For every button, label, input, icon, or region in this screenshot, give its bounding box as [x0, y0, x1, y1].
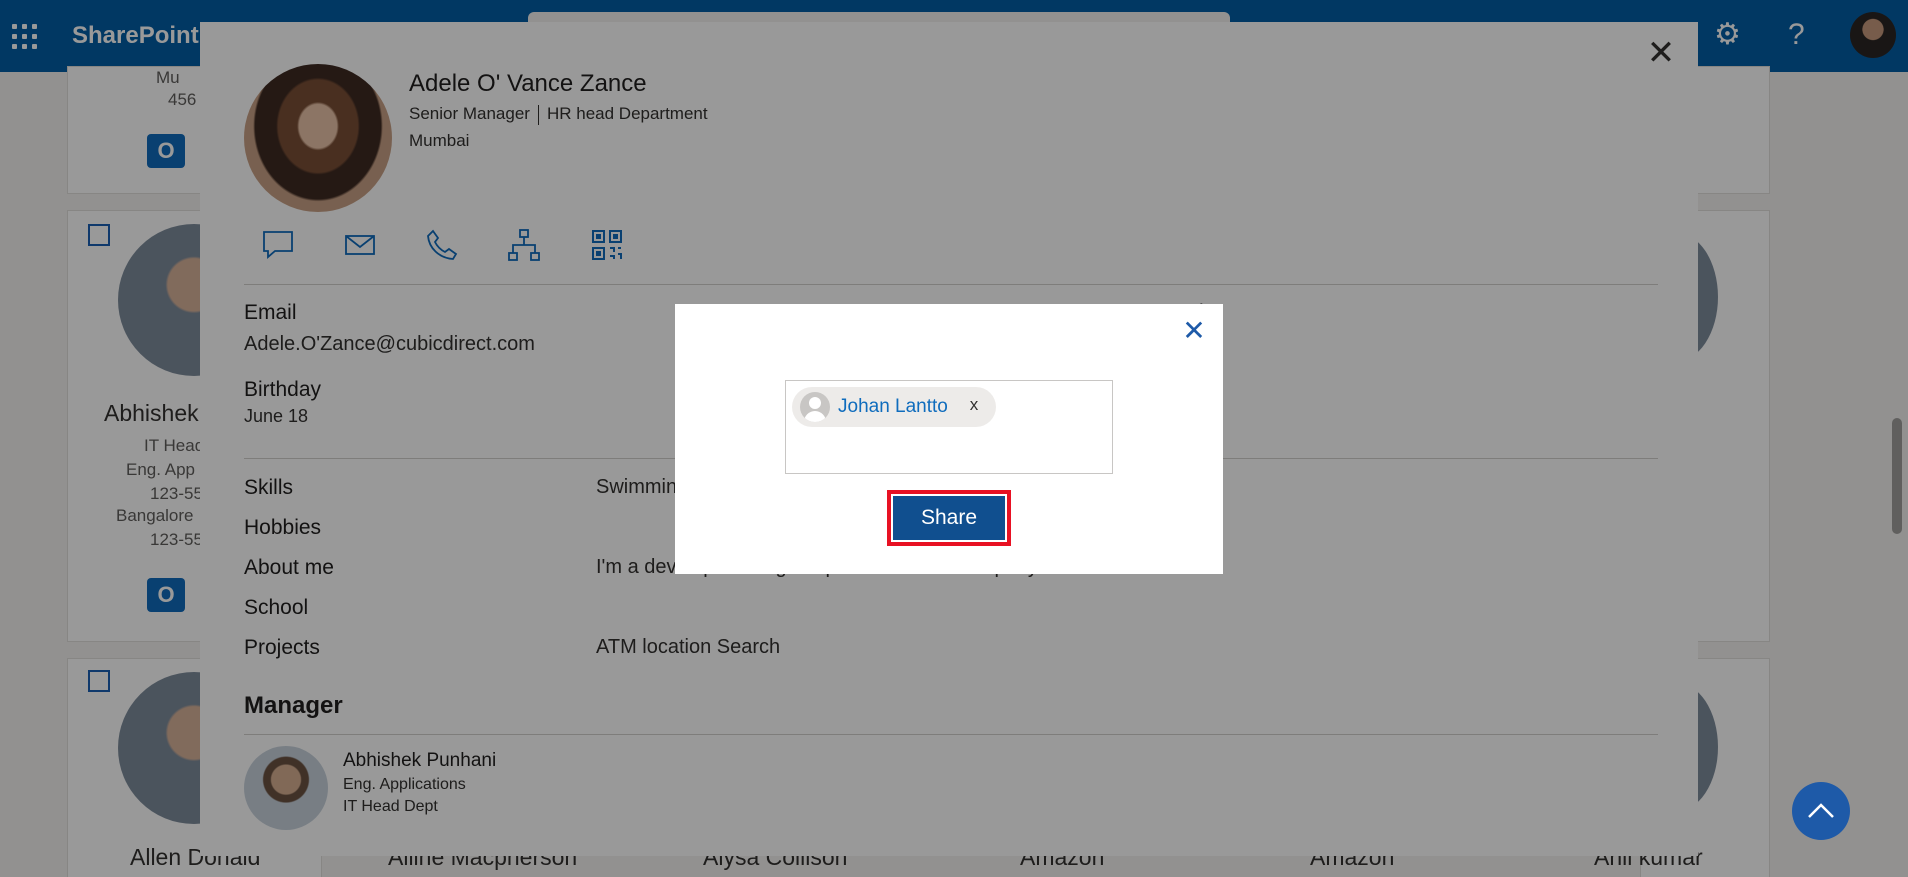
- people-picker-input[interactable]: Johan Lantto x: [785, 380, 1113, 474]
- person-icon: [800, 392, 830, 422]
- share-dialog: ✕ Johan Lantto x Share: [675, 304, 1223, 574]
- scroll-to-top-button[interactable]: [1792, 782, 1850, 840]
- persona-name: Johan Lantto: [838, 396, 948, 417]
- persona-chip[interactable]: Johan Lantto x: [792, 387, 996, 427]
- close-icon[interactable]: ✕: [1181, 317, 1207, 345]
- remove-persona-button[interactable]: x: [964, 395, 984, 415]
- chevron-up-icon: [1808, 803, 1834, 818]
- share-button-label: Share: [891, 494, 1007, 542]
- share-button[interactable]: Share: [887, 490, 1011, 546]
